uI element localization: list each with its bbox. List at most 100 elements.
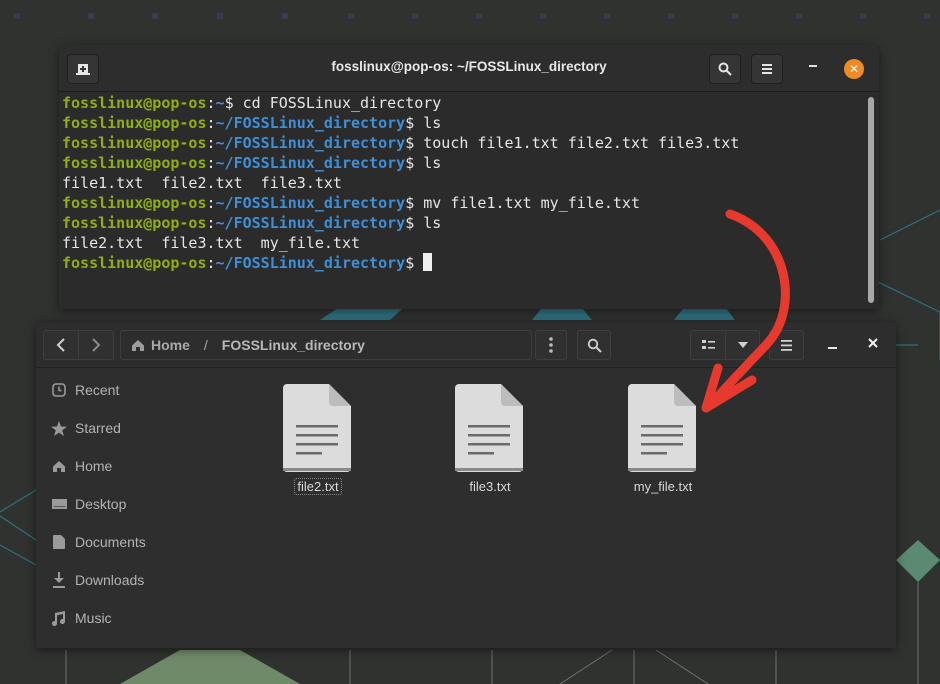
- search-icon: [718, 62, 732, 76]
- text-file-icon: [455, 384, 523, 472]
- prompt-separator: :: [206, 254, 216, 272]
- prompt-path: ~/FOSSLinux_directory: [215, 194, 406, 212]
- forward-button[interactable]: [78, 330, 114, 360]
- terminal-search-button[interactable]: [709, 54, 741, 84]
- file-item[interactable]: my_file.txt: [603, 384, 723, 495]
- sidebar-item-starred[interactable]: Starred: [36, 409, 236, 447]
- prompt-separator: :: [206, 214, 216, 232]
- search-icon: [587, 338, 602, 353]
- home-icon: [132, 339, 144, 351]
- terminal-prompt-line: fosslinux@pop-os:~/FOSSLinux_directory$: [62, 253, 859, 273]
- terminal-prompt-line: fosslinux@pop-os:~$ cd FOSSLinux_directo…: [62, 93, 859, 113]
- close-icon: ✕: [848, 62, 860, 76]
- chevron-left-icon: [56, 338, 65, 352]
- back-button[interactable]: [43, 330, 79, 360]
- prompt-path: ~/FOSSLinux_directory: [215, 254, 406, 272]
- prompt-sign: $: [405, 214, 424, 232]
- prompt-path: ~/FOSSLinux_directory: [215, 134, 406, 152]
- sidebar: Recent Starred Home Desktop Documents Do…: [36, 368, 236, 648]
- file-name: my_file.txt: [633, 479, 693, 494]
- minimize-button[interactable]: [828, 347, 837, 349]
- sidebar-item-label: Recent: [75, 382, 120, 398]
- file-name: file2.txt: [294, 478, 342, 495]
- view-options-dropdown[interactable]: [725, 330, 760, 360]
- home-icon: [50, 460, 68, 473]
- file-item[interactable]: file2.txt: [258, 384, 378, 495]
- file-name: file3.txt: [469, 479, 511, 494]
- terminal-headerbar: fosslinux@pop-os: ~/FOSSLinux_directory …: [59, 45, 879, 92]
- vertical-dots-icon: [549, 337, 553, 353]
- breadcrumb-current[interactable]: FOSSLinux_directory: [222, 337, 365, 353]
- prompt-sign: $: [405, 254, 424, 272]
- view-mode-button[interactable]: [690, 330, 726, 360]
- list-view-icon: [701, 340, 715, 349]
- prompt-path: ~/FOSSLinux_directory: [215, 114, 406, 132]
- prompt-sign: $: [405, 134, 424, 152]
- prompt-separator: :: [206, 94, 216, 112]
- command-text: mv file1.txt my_file.txt: [423, 194, 640, 212]
- document-icon: [50, 535, 68, 549]
- prompt-separator: :: [206, 194, 216, 212]
- close-button[interactable]: [866, 336, 880, 350]
- prompt-sign: $: [405, 154, 424, 172]
- sidebar-item-desktop[interactable]: Desktop: [36, 485, 236, 523]
- sidebar-item-recent[interactable]: Recent: [36, 371, 236, 409]
- close-button[interactable]: ✕: [844, 59, 864, 79]
- clock-icon: [50, 383, 68, 397]
- prompt-user: fosslinux@pop-os: [62, 194, 207, 212]
- search-button[interactable]: [577, 330, 611, 360]
- terminal-output-line: file1.txt file2.txt file3.txt: [62, 174, 342, 192]
- sidebar-item-downloads[interactable]: Downloads: [36, 561, 236, 599]
- sidebar-item-label: Documents: [75, 534, 146, 550]
- chevron-right-icon: [92, 338, 101, 352]
- main-menu-button[interactable]: [769, 330, 804, 360]
- close-icon: [868, 338, 878, 348]
- prompt-user: fosslinux@pop-os: [62, 114, 207, 132]
- breadcrumb-home[interactable]: Home: [151, 337, 190, 353]
- terminal-menu-button[interactable]: [751, 54, 783, 84]
- terminal-prompt-line: fosslinux@pop-os:~/FOSSLinux_directory$ …: [62, 133, 859, 153]
- sidebar-item-label: Desktop: [75, 496, 127, 512]
- prompt-sign: $: [405, 114, 424, 132]
- prompt-user: fosslinux@pop-os: [62, 134, 207, 152]
- prompt-path: ~/FOSSLinux_directory: [215, 154, 406, 172]
- prompt-separator: :: [206, 134, 216, 152]
- sidebar-item-label: Music: [75, 610, 112, 626]
- hamburger-menu-icon: [781, 339, 792, 351]
- prompt-user: fosslinux@pop-os: [62, 214, 207, 232]
- download-icon: [50, 572, 68, 588]
- music-icon: [50, 610, 68, 626]
- file-manager-headerbar: Home / FOSSLinux_directory: [36, 322, 896, 368]
- terminal-prompt-line: fosslinux@pop-os:~/FOSSLinux_directory$ …: [62, 113, 859, 133]
- caret-down-icon: [737, 342, 748, 348]
- sidebar-item-label: Home: [75, 458, 113, 474]
- sidebar-item-home[interactable]: Home: [36, 447, 236, 485]
- terminal-scrollbar[interactable]: [868, 97, 874, 303]
- prompt-user: fosslinux@pop-os: [62, 154, 207, 172]
- sidebar-item-documents[interactable]: Documents: [36, 523, 236, 561]
- prompt-sign: $: [405, 194, 424, 212]
- more-options-button[interactable]: [535, 330, 567, 360]
- prompt-sign: $: [224, 94, 243, 112]
- prompt-path: ~: [215, 94, 225, 112]
- file-item[interactable]: file3.txt: [430, 384, 550, 495]
- sidebar-item-music[interactable]: Music: [36, 599, 236, 637]
- prompt-separator: :: [206, 154, 216, 172]
- terminal-output[interactable]: fosslinux@pop-os:~$ cd FOSSLinux_directo…: [62, 93, 859, 273]
- prompt-user: fosslinux@pop-os: [62, 254, 207, 272]
- desktop-icon: [50, 498, 68, 510]
- sidebar-item-label: Downloads: [75, 572, 145, 588]
- text-file-icon: [283, 384, 351, 472]
- minimize-button[interactable]: [809, 65, 817, 67]
- text-file-icon: [628, 384, 696, 472]
- breadcrumb: Home / FOSSLinux_directory: [120, 330, 532, 360]
- command-text: cd FOSSLinux_directory: [242, 94, 442, 112]
- hamburger-menu-icon: [762, 64, 772, 74]
- command-text: ls: [423, 154, 442, 172]
- prompt-user: fosslinux@pop-os: [62, 94, 207, 112]
- terminal-prompt-line: fosslinux@pop-os:~/FOSSLinux_directory$ …: [62, 213, 859, 233]
- terminal-cursor: [423, 253, 433, 271]
- file-manager-window: Home / FOSSLinux_directory Recent Starre…: [36, 322, 896, 648]
- command-text: touch file1.txt file2.txt file3.txt: [423, 134, 740, 152]
- command-text: ls: [423, 114, 442, 132]
